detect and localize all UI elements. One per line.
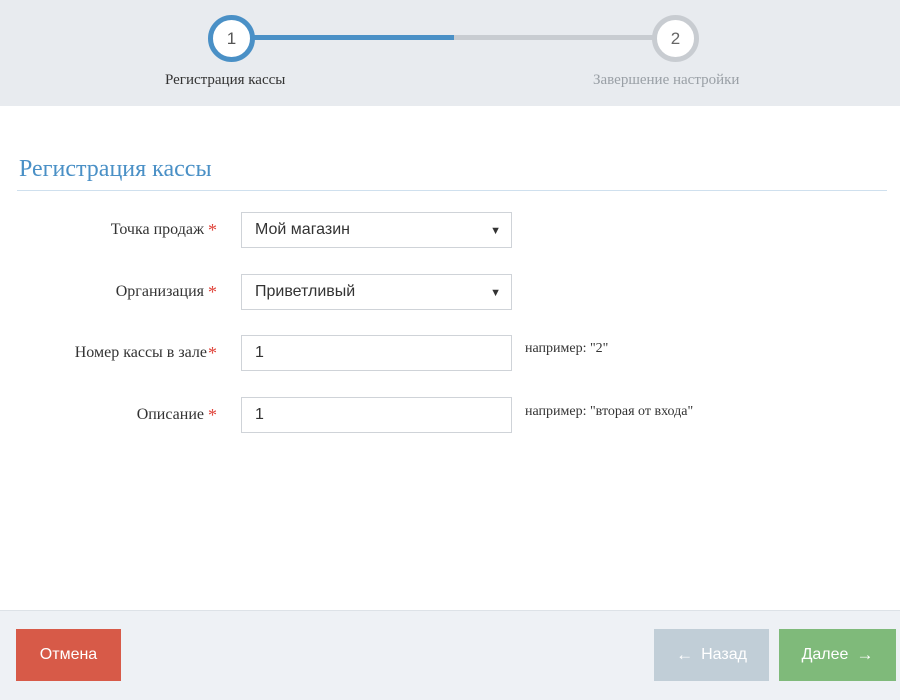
chevron-down-icon: ▼ [490,287,501,299]
organization-select-value: Приветливый [255,283,356,300]
arrow-left-icon: ← [676,645,694,664]
step-2-label: Завершение настройки [593,72,740,88]
register-number-hint: например: "2" [525,341,609,356]
register-number-label-text: Номер кассы в зале [74,344,207,361]
required-marker: * [208,219,217,240]
description-input-value: 1 [255,406,264,423]
arrow-right-icon: → [856,645,874,664]
step-1-indicator: 1 [208,15,255,62]
section-divider [17,190,887,191]
sales-point-select[interactable]: Мой магазин ▼ [241,212,512,248]
stepper-progress-remaining [454,35,654,40]
form-row-description: Описание * 1 например: "вторая от входа" [0,397,900,433]
description-label-text: Описание [136,406,204,423]
cancel-button-label: Отмена [39,646,98,663]
step-1-number: 1 [226,28,237,48]
description-input[interactable]: 1 [241,397,512,433]
step-2-indicator: 2 [652,15,699,62]
organization-select[interactable]: Приветливый ▼ [241,274,512,310]
stepper-progress-complete [252,35,454,40]
organization-label: Организация * [116,274,217,310]
chevron-down-icon: ▼ [490,225,501,237]
cancel-button[interactable]: Отмена [16,629,121,681]
section-title: Регистрация кассы [19,156,212,182]
form-row-register-number: Номер кассы в зале * 1 например: "2" [0,335,900,371]
wizard-footer: Отмена ← Назад Далее → [0,610,900,700]
description-hint: например: "вторая от входа" [525,404,694,419]
required-marker: * [208,281,217,302]
sales-point-label: Точка продаж * [111,212,217,248]
step-1-label: Регистрация кассы [165,72,286,88]
form-row-organization: Организация * Приветливый ▼ [0,274,900,310]
organization-label-text: Организация [115,283,204,300]
register-number-input[interactable]: 1 [241,335,512,371]
back-button-label: Назад [701,646,747,663]
sales-point-label-text: Точка продаж [110,221,204,238]
back-button[interactable]: ← Назад [654,629,769,681]
sales-point-select-value: Мой магазин [255,221,350,238]
required-marker: * [208,342,217,363]
next-button-label: Далее [801,646,849,663]
form-row-sales-point: Точка продаж * Мой магазин ▼ [0,212,900,248]
register-number-label: Номер кассы в зале * [75,335,217,371]
register-number-input-value: 1 [255,344,264,361]
description-label: Описание * [137,397,217,433]
next-button[interactable]: Далее → [779,629,896,681]
step-2-number: 2 [670,28,681,48]
required-marker: * [208,404,217,425]
wizard-stepper: 1 2 Регистрация кассы Завершение настрой… [0,0,900,106]
